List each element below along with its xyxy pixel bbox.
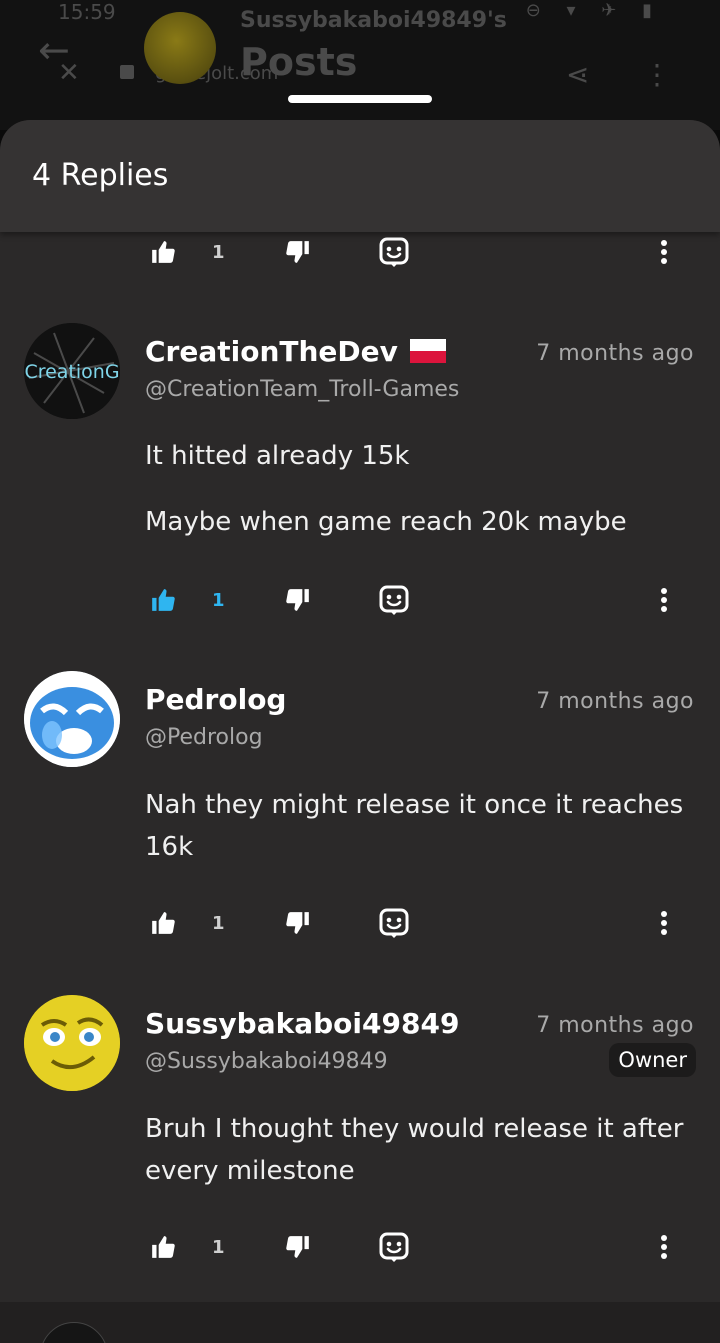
more-icon: ⋮ (643, 58, 671, 91)
thumbs-down-icon (286, 241, 309, 263)
avatar[interactable]: CreationG (24, 323, 120, 419)
comment-author[interactable]: Sussybakaboi49849 (145, 1007, 459, 1040)
thumbs-down-icon (286, 912, 309, 934)
page-title-owner: Sussybakaboi49849's (240, 8, 507, 33)
sheet-header: 4 Replies (0, 120, 720, 232)
dislike-button[interactable] (285, 1227, 311, 1267)
comment-text: Nah they might release it once it reache… (145, 790, 684, 862)
comment-text-line: Maybe when game reach 20k maybe (145, 507, 627, 537)
like-count: 1 (212, 1236, 225, 1258)
avatar[interactable] (40, 1322, 108, 1343)
reply-button[interactable] (378, 580, 410, 620)
owner-badge: Owner (609, 1043, 696, 1077)
dislike-button[interactable] (285, 580, 311, 620)
comment-time[interactable]: 7 months ago (536, 341, 694, 366)
like-button[interactable] (150, 1227, 176, 1267)
poland-flag-icon (409, 339, 446, 363)
comment-actions: 1 (0, 232, 720, 272)
like-button[interactable] (150, 232, 176, 272)
comment-handle[interactable]: @Pedrolog (145, 725, 263, 750)
like-count: 1 (212, 241, 225, 263)
thumbs-up-icon (152, 912, 175, 934)
thumbs-down-icon (286, 1236, 309, 1258)
background-app: 15:59 ⊖ ▾ ✈ ▮ ← ✕ gamejolt.com Sussybaka… (0, 0, 720, 130)
share-icon: ⋖ (566, 58, 590, 91)
next-comment-peek (0, 1302, 720, 1343)
page-title: Posts (240, 40, 358, 84)
avatar-text: CreationG (24, 361, 119, 383)
avatar[interactable] (24, 671, 120, 767)
reply-icon (379, 237, 409, 267)
more-options-icon[interactable] (652, 580, 676, 620)
close-icon: ✕ (58, 58, 80, 88)
comment-author[interactable]: Pedrolog (145, 683, 286, 716)
comment-actions: 1 (0, 903, 720, 943)
dislike-button[interactable] (285, 232, 311, 272)
reply-button[interactable] (378, 232, 410, 272)
comment-author[interactable]: CreationTheDev (145, 335, 446, 368)
comment-time[interactable]: 7 months ago (536, 689, 694, 714)
reply-icon (379, 1232, 409, 1262)
page-avatar (144, 12, 216, 84)
thumbs-up-icon (152, 241, 175, 263)
reply-icon (379, 585, 409, 615)
like-button[interactable] (150, 903, 176, 943)
more-options-icon[interactable] (652, 1227, 676, 1267)
comment-text-line: It hitted already 15k (145, 441, 410, 471)
avatar[interactable] (24, 995, 120, 1091)
author-name[interactable]: CreationTheDev (145, 335, 398, 368)
thumbs-down-icon (286, 589, 309, 611)
replies-sheet: 4 Replies 1 CreationG CreationTheDev @Cr… (0, 120, 720, 1343)
sheet-drag-handle[interactable] (288, 95, 432, 103)
more-options-icon[interactable] (652, 232, 676, 272)
like-button[interactable] (150, 580, 176, 620)
more-options-icon[interactable] (652, 903, 676, 943)
comment-actions: 1 (0, 580, 720, 620)
thumbs-up-icon (152, 1236, 175, 1258)
like-count: 1 (212, 589, 225, 611)
comment-text: Bruh I thought they would release it aft… (145, 1114, 684, 1186)
status-icons: ⊖ ▾ ✈ ▮ (525, 0, 662, 21)
comment-actions: 1 (0, 1227, 720, 1267)
reply-icon (379, 908, 409, 938)
comment-time[interactable]: 7 months ago (536, 1013, 694, 1038)
thumbs-up-icon (152, 589, 175, 611)
comment-handle[interactable]: @CreationTeam_Troll-Games (145, 377, 459, 402)
lock-icon (120, 65, 134, 79)
status-time: 15:59 (58, 0, 116, 24)
reply-button[interactable] (378, 903, 410, 943)
dislike-button[interactable] (285, 903, 311, 943)
like-count: 1 (212, 912, 225, 934)
comment-handle[interactable]: @Sussybakaboi49849 (145, 1049, 388, 1074)
reply-button[interactable] (378, 1227, 410, 1267)
sheet-title: 4 Replies (32, 158, 169, 193)
